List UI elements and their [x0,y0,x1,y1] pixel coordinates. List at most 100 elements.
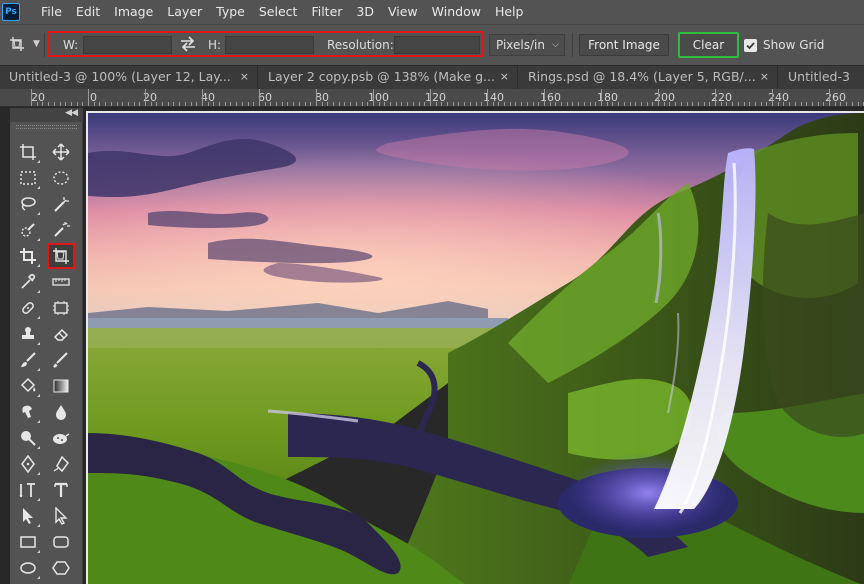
menu-file[interactable]: File [34,0,69,24]
lasso-tool-icon[interactable] [15,192,41,216]
polygon-tool-icon[interactable] [48,556,74,580]
menu-view[interactable]: View [381,0,425,24]
collapse-panel-icon[interactable]: ◀◀ [65,108,78,118]
ruler-tick [230,102,231,106]
menu-image[interactable]: Image [107,0,160,24]
ruler-tick [464,102,465,106]
magic-eraser-tool-icon[interactable] [48,218,74,242]
ruler-tick [852,102,853,106]
tab-layer-2-copy[interactable]: Layer 2 copy.psb @ 138% (Make g... × [259,66,518,89]
pencil-tool-icon[interactable] [48,348,74,372]
healing-brush-tool-icon[interactable] [15,296,41,320]
gradient-tool-icon[interactable] [48,374,74,398]
dodge-tool-icon[interactable] [15,426,41,450]
artboard-tool-icon[interactable] [15,140,41,164]
pen-tool-icon[interactable] [15,452,41,476]
ruler-tick [145,89,146,106]
ruler-tick [413,102,414,106]
menu-layer[interactable]: Layer [160,0,209,24]
perspective-crop-tool-icon[interactable] [47,243,75,269]
clone-stamp-tool-icon[interactable] [15,322,41,346]
eraser-tool-icon[interactable] [48,322,74,346]
ruler-tick [687,102,688,106]
smudge-tool-icon[interactable] [15,400,41,424]
rectangle-tool-icon[interactable] [15,530,41,554]
rectangular-marquee-tool-icon[interactable] [15,166,41,190]
menu-3d[interactable]: 3D [349,0,381,24]
ruler-tick [481,102,482,106]
front-image-button[interactable]: Front Image [579,34,669,56]
dimension-fields-group: W: H: Resolution: [47,31,483,57]
quick-selection-tool-icon[interactable] [15,218,41,242]
resolution-units-select[interactable]: Pixels/in ⌵ [489,34,565,56]
ruler-tick [618,102,619,106]
crop-tool-icon[interactable] [15,244,41,268]
ruler-tick [709,102,710,106]
ruler-tick [65,102,66,106]
swap-dimensions-icon[interactable] [179,36,197,52]
ruler-tick [367,102,368,106]
elliptical-marquee-tool-icon[interactable] [48,166,74,190]
ruler-tick [761,102,762,106]
sponge-tool-icon[interactable] [48,426,74,450]
ruler-tick [436,102,437,106]
ruler-tick [510,102,511,106]
freeform-pen-tool-icon[interactable] [48,452,74,476]
ruler-tick [698,102,699,106]
vertical-type-tool-icon[interactable] [15,478,41,502]
show-grid-checkbox[interactable] [744,39,757,52]
perspective-crop-preset-icon[interactable] [10,37,24,51]
tool-preset-chevron-down-icon[interactable]: ▼ [33,39,40,49]
move-tool-icon[interactable] [48,140,74,164]
ruler-tick [276,102,277,106]
tools-panel-grip[interactable] [16,125,77,129]
height-input[interactable] [225,36,314,54]
ruler-tick [134,102,135,106]
ruler-tick [179,102,180,106]
menu-type[interactable]: Type [209,0,252,24]
path-selection-tool-icon[interactable] [15,504,41,528]
tab-close-icon[interactable]: × [500,66,509,88]
ruler-tick [259,89,260,106]
ruler-tick [692,102,693,106]
clear-button[interactable]: Clear [678,32,739,58]
menu-select[interactable]: Select [252,0,305,24]
ruler-tick [322,102,323,106]
blur-tool-icon[interactable] [48,400,74,424]
horizontal-type-tool-icon[interactable] [48,478,74,502]
ruler-tick [607,102,608,106]
menu-window[interactable]: Window [425,0,488,24]
magic-wand-tool-icon[interactable] [48,192,74,216]
ellipse-tool-icon[interactable] [15,556,41,580]
ruler-tick [766,102,767,106]
menu-help[interactable]: Help [488,0,531,24]
paint-bucket-tool-icon[interactable] [15,374,41,398]
ruler-tick [356,102,357,106]
ruler-tick [333,102,334,106]
menu-edit[interactable]: Edit [69,0,107,24]
tab-untitled-3-second[interactable]: Untitled-3 [779,66,864,89]
resolution-input[interactable] [394,36,480,54]
ruler-tick [139,102,140,106]
patch-tool-icon[interactable] [48,296,74,320]
ruler-tool-icon[interactable] [48,270,74,294]
tab-rings[interactable]: Rings.psd @ 18.4% (Layer 5, RGB/... × [519,66,778,89]
tools-panel-header[interactable]: ◀◀ [10,108,83,122]
photoshop-logo-icon[interactable]: Ps [2,3,20,21]
horizontal-ruler[interactable]: 20 0 20 40 60 80 100 120 140 160 180 200… [0,89,864,107]
tab-untitled-3[interactable]: Untitled-3 @ 100% (Layer 12, Lay... × [0,66,258,89]
tab-close-icon[interactable]: × [240,66,249,88]
ruler-tick [430,89,431,106]
tab-close-icon[interactable]: × [760,66,769,88]
rounded-rectangle-tool-icon[interactable] [48,530,74,554]
document-canvas[interactable] [86,111,864,584]
eyedropper-tool-icon[interactable] [15,270,41,294]
ruler-tick [37,102,38,106]
direct-selection-tool-icon[interactable] [48,504,74,528]
ruler-tick [783,102,784,106]
document-tab-bar: Untitled-3 @ 100% (Layer 12, Lay... × La… [0,65,864,89]
ruler-tick [772,89,773,106]
menu-filter[interactable]: Filter [304,0,349,24]
brush-tool-icon[interactable] [15,348,41,372]
width-input[interactable] [83,36,172,54]
